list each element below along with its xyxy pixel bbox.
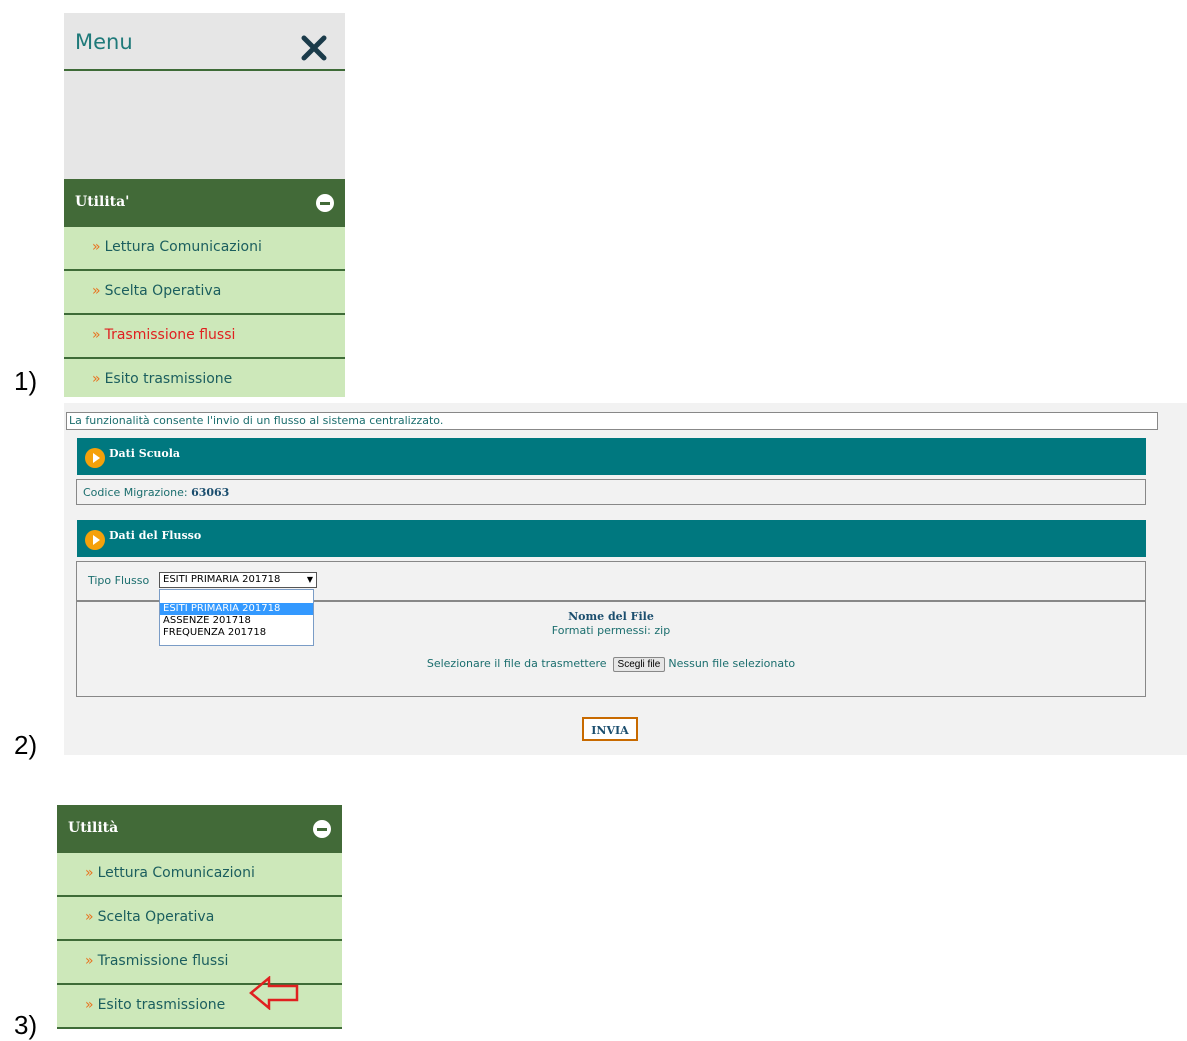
menu-empty-area bbox=[64, 71, 345, 179]
section-label: Utilita' bbox=[75, 194, 130, 210]
menu-item-esito-trasmissione[interactable]: » Esito trasmissione bbox=[64, 359, 345, 397]
file-select-row: Selezionare il file da trasmettere Scegli… bbox=[77, 657, 1145, 672]
menu-item-label: Esito trasmissione bbox=[97, 997, 226, 1013]
codice-value: 63063 bbox=[191, 486, 230, 499]
dropdown-option-blank[interactable] bbox=[160, 590, 313, 603]
dropdown-option[interactable]: FREQUENZA 201718 bbox=[160, 627, 313, 639]
select-file-label: Selezionare il file da trasmettere bbox=[426, 657, 607, 670]
chevron-right-icon: » bbox=[92, 239, 101, 255]
info-text: La funzionalità consente l'invio di un f… bbox=[66, 412, 1158, 430]
choose-file-button[interactable]: Scegli file bbox=[612, 657, 666, 672]
section-header-utilita[interactable]: Utilita' bbox=[64, 179, 345, 227]
menu-item-scelta-operativa[interactable]: » Scelta Operativa bbox=[64, 271, 345, 315]
chevron-right-icon: » bbox=[92, 327, 101, 343]
menu-item-label: Scelta Operativa bbox=[104, 283, 222, 299]
menu-item-trasmissione-flussi[interactable]: » Trasmissione flussi bbox=[64, 315, 345, 359]
step-number-1: 1) bbox=[14, 366, 38, 396]
invia-button[interactable]: INVIA bbox=[582, 717, 638, 741]
transmission-form-panel: La funzionalità consente l'invio di un f… bbox=[64, 403, 1187, 755]
close-icon[interactable] bbox=[301, 35, 327, 61]
play-circle-icon bbox=[85, 448, 105, 468]
tipo-flusso-label: Tipo Flusso bbox=[88, 574, 150, 587]
step-number-2: 2) bbox=[14, 730, 38, 760]
chevron-right-icon: » bbox=[85, 953, 94, 969]
tipo-flusso-dropdown: ESITI PRIMARIA 201718 ASSENZE 201718 FRE… bbox=[159, 589, 314, 646]
minus-circle-icon[interactable] bbox=[316, 194, 334, 212]
section-title: Dati Scuola bbox=[109, 447, 181, 460]
codice-label: Codice Migrazione: bbox=[83, 486, 188, 499]
chevron-right-icon: » bbox=[85, 909, 94, 925]
menu-item-label: Lettura Comunicazioni bbox=[97, 865, 255, 881]
step-number-3: 3) bbox=[14, 1010, 38, 1040]
tipo-flusso-select[interactable]: ESITI PRIMARIA 201718 ▼ bbox=[159, 572, 317, 588]
minus-circle-icon[interactable] bbox=[313, 820, 331, 838]
section-label: Utilità bbox=[68, 820, 119, 836]
menu-item-label: Trasmissione flussi bbox=[97, 953, 229, 969]
menu-item-lettura-comunicazioni[interactable]: » Lettura Comunicazioni bbox=[57, 853, 342, 897]
section-header-utilita[interactable]: Utilità bbox=[57, 805, 342, 853]
codice-migrazione: Codice Migrazione: 63063 bbox=[83, 486, 229, 499]
chevron-right-icon: » bbox=[92, 371, 101, 387]
section-title: Dati del Flusso bbox=[109, 529, 202, 542]
select-value: ESITI PRIMARIA 201718 bbox=[163, 574, 281, 585]
dropdown-option[interactable]: ESITI PRIMARIA 201718 bbox=[160, 603, 313, 615]
menu-panel: Menu Utilita' » Lettura Comunicazioni » Sc… bbox=[64, 13, 345, 397]
dati-scuola-box: Codice Migrazione: 63063 bbox=[76, 479, 1146, 505]
left-arrow-icon bbox=[249, 976, 299, 1010]
dati-scuola-header: Dati Scuola bbox=[77, 438, 1146, 475]
menu-item-label: Lettura Comunicazioni bbox=[104, 239, 262, 255]
dati-flusso-header: Dati del Flusso bbox=[77, 520, 1146, 557]
play-circle-icon bbox=[85, 530, 105, 550]
menu-item-label: Scelta Operativa bbox=[97, 909, 215, 925]
dropdown-option[interactable]: ASSENZE 201718 bbox=[160, 615, 313, 627]
menu-item-scelta-operativa[interactable]: » Scelta Operativa bbox=[57, 897, 342, 941]
menu-title: Menu bbox=[75, 30, 133, 54]
menu-header: Menu bbox=[64, 13, 345, 71]
menu-item-label: Trasmissione flussi bbox=[104, 327, 236, 343]
menu-item-label: Esito trasmissione bbox=[104, 371, 233, 387]
chevron-right-icon: » bbox=[85, 865, 94, 881]
no-file-text: Nessun file selezionato bbox=[668, 657, 796, 670]
caret-down-icon: ▼ bbox=[306, 575, 313, 584]
menu-item-lettura-comunicazioni[interactable]: » Lettura Comunicazioni bbox=[64, 227, 345, 271]
chevron-right-icon: » bbox=[85, 997, 94, 1013]
chevron-right-icon: » bbox=[92, 283, 101, 299]
